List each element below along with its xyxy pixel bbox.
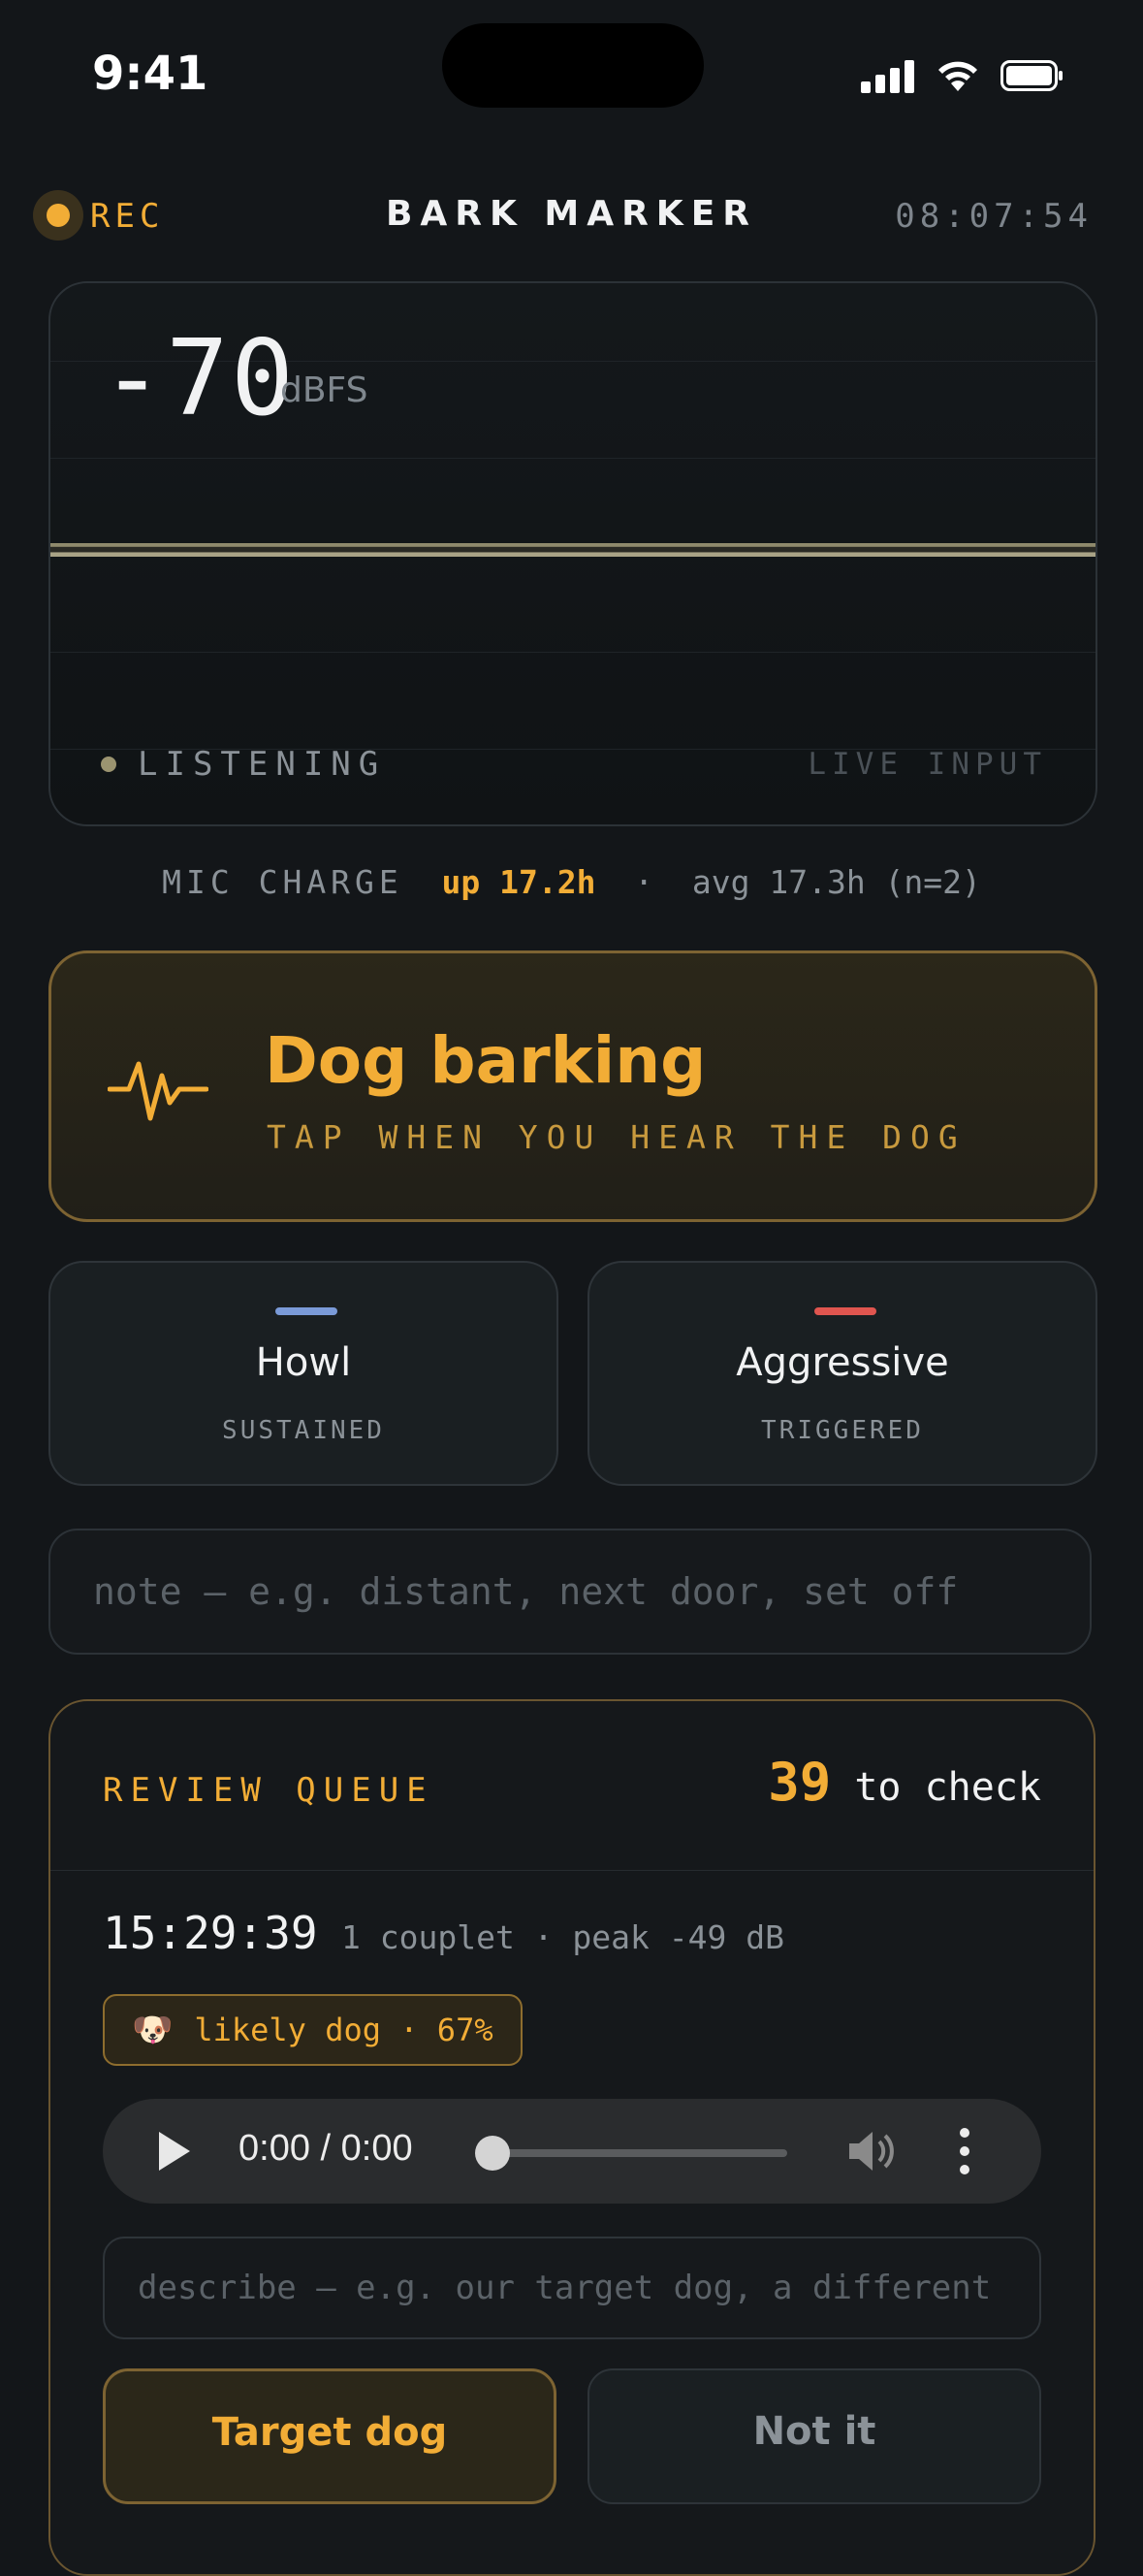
howl-color-bar (275, 1307, 337, 1315)
review-count-number: 39 (768, 1752, 832, 1813)
waveform-icon (108, 1061, 208, 1121)
mic-uptime: up 17.2h (441, 863, 596, 901)
dog-face-icon: 🐶 (132, 2011, 174, 2049)
classification-text: likely dog · 67% (194, 2012, 493, 2048)
howl-title: Howl (255, 1340, 352, 1385)
aggressive-button[interactable]: Aggressive TRIGGERED (587, 1261, 1097, 1486)
classification-badge: 🐶 likely dog · 67% (103, 1994, 523, 2066)
session-clock: 08:07:54 (895, 197, 1093, 236)
note-input[interactable] (48, 1529, 1092, 1655)
level-trace (50, 543, 1095, 557)
status-time: 9:41 (92, 47, 208, 101)
live-input-label: LIVE INPUT (808, 747, 1047, 782)
mic-average: avg 17.3h (n=2) (691, 863, 981, 901)
listening-dot-icon (101, 757, 116, 772)
divider (50, 1870, 1094, 1871)
describe-input[interactable] (103, 2237, 1041, 2339)
dog-barking-title: Dog barking (265, 1023, 707, 1098)
audio-player: 0:00 / 0:00 (103, 2099, 1041, 2204)
player-time: 0:00 / 0:00 (238, 2128, 413, 2169)
event-time: 15:29:39 (103, 1907, 318, 1959)
aggressive-subtitle: TRIGGERED (761, 1416, 924, 1445)
dog-barking-subtitle: TAP WHEN YOU HEAR THE DOG (267, 1118, 967, 1156)
mic-charge-label: MIC CHARGE (162, 863, 403, 901)
mic-charge-row: MIC CHARGE up 17.2h · avg 17.3h (n=2) (0, 863, 1143, 901)
listening-status: LISTENING (138, 745, 387, 784)
howl-button[interactable]: Howl SUSTAINED (48, 1261, 558, 1486)
not-it-button[interactable]: Not it (587, 2368, 1041, 2504)
aggressive-color-bar (814, 1307, 876, 1315)
target-dog-button[interactable]: Target dog (103, 2368, 556, 2504)
dynamic-island (442, 23, 704, 108)
review-queue: REVIEW QUEUE 39 to check 15:29:39 1 coup… (48, 1699, 1095, 2576)
more-options-icon[interactable] (960, 2128, 969, 2174)
cellular-signal-icon (861, 60, 915, 93)
volume-icon[interactable] (845, 2128, 896, 2174)
wifi-icon (938, 61, 977, 91)
play-icon[interactable] (159, 2132, 190, 2171)
event-meta: 1 couplet · peak -49 dB (341, 1918, 784, 1956)
review-count-suffix: to check (854, 1765, 1041, 1810)
howl-subtitle: SUSTAINED (222, 1416, 385, 1445)
mic-separator: · (634, 863, 654, 901)
aggressive-title: Aggressive (736, 1340, 949, 1385)
level-unit: dBFS (280, 370, 368, 410)
seek-thumb[interactable] (475, 2136, 510, 2171)
dog-barking-button[interactable]: Dog barking TAP WHEN YOU HEAR THE DOG (48, 950, 1097, 1222)
level-meter: -70 dBFS LISTENING LIVE INPUT (48, 281, 1097, 826)
level-value: -70 (101, 318, 297, 439)
review-queue-count: 39 to check (768, 1752, 1041, 1813)
review-queue-title: REVIEW QUEUE (103, 1771, 434, 1810)
battery-icon (1000, 60, 1063, 91)
seek-track[interactable] (487, 2149, 787, 2157)
